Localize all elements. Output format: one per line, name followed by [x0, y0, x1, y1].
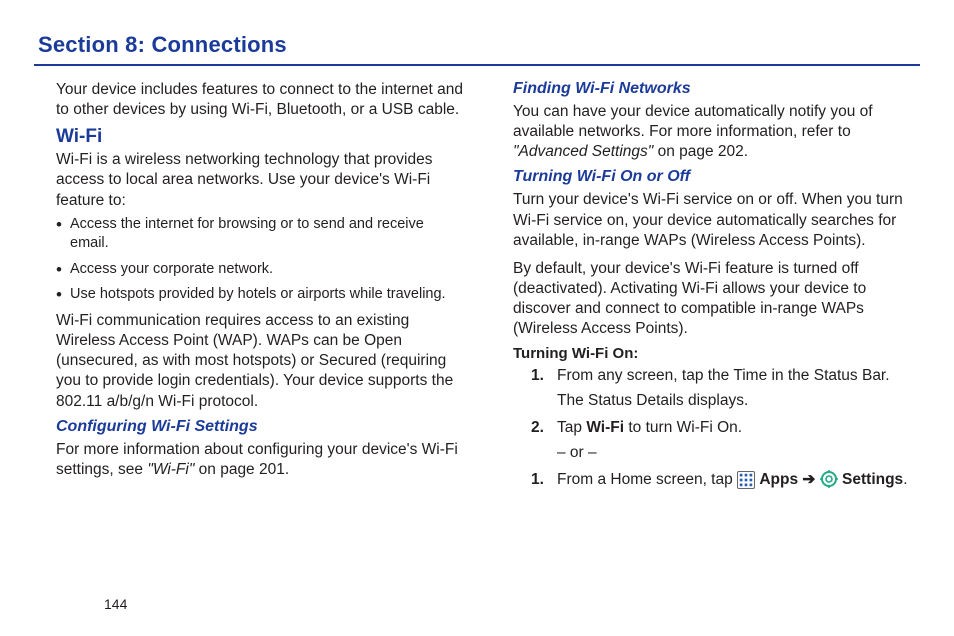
- step-item: 1. From a Home screen, tap Apps ➔: [531, 470, 920, 491]
- left-column: Your device includes features to connect…: [34, 80, 463, 497]
- cross-reference: "Advanced Settings": [513, 143, 653, 160]
- page-number: 144: [104, 596, 127, 612]
- bold-label: Wi-Fi: [586, 419, 624, 436]
- text-run: on page 202.: [653, 143, 748, 160]
- text-run: From a Home screen, tap: [557, 471, 737, 488]
- arrow-icon: ➔: [798, 471, 820, 488]
- turning-p1: Turn your device's Wi-Fi service on or o…: [513, 190, 920, 250]
- settings-icon: [820, 470, 838, 488]
- configuring-heading: Configuring Wi-Fi Settings: [56, 418, 463, 436]
- turning-heading: Turning Wi-Fi On or Off: [513, 168, 920, 186]
- two-column-layout: Your device includes features to connect…: [34, 80, 920, 497]
- settings-label: Settings: [842, 471, 903, 488]
- turning-on-subheading: Turning Wi-Fi On:: [513, 345, 920, 362]
- configuring-paragraph: For more information about configuring y…: [56, 440, 463, 480]
- finding-paragraph: You can have your device automatically n…: [513, 102, 920, 162]
- text-run: Tap: [557, 419, 586, 436]
- step-subtext: The Status Details displays.: [557, 391, 920, 412]
- apps-icon: [737, 471, 755, 489]
- steps-list-2: 1. From a Home screen, tap Apps ➔: [531, 470, 920, 491]
- step-number: 1.: [531, 470, 544, 491]
- finding-heading: Finding Wi-Fi Networks: [513, 80, 920, 98]
- step-number: 1.: [531, 366, 544, 387]
- bullet-item: Access the internet for browsing or to s…: [56, 215, 463, 254]
- intro-paragraph: Your device includes features to connect…: [56, 80, 463, 120]
- right-column: Finding Wi-Fi Networks You can have your…: [491, 80, 920, 497]
- step-item: 2. Tap Wi-Fi to turn Wi-Fi On. – or –: [531, 418, 920, 464]
- section-title: Section 8: Connections: [38, 32, 920, 58]
- wifi-heading: Wi-Fi: [56, 126, 463, 148]
- wifi-bullet-list: Access the internet for browsing or to s…: [56, 215, 463, 305]
- text-run: on page 201.: [194, 461, 289, 478]
- turning-p2: By default, your device's Wi-Fi feature …: [513, 259, 920, 340]
- step-number: 2.: [531, 418, 544, 439]
- bullet-item: Access your corporate network.: [56, 260, 463, 280]
- apps-label: Apps: [759, 471, 798, 488]
- text-run: You can have your device automatically n…: [513, 103, 873, 140]
- or-separator: – or –: [557, 443, 920, 464]
- step-item: 1. From any screen, tap the Time in the …: [531, 366, 920, 412]
- title-rule: [34, 64, 920, 66]
- text-run: to turn Wi-Fi On.: [624, 419, 742, 436]
- wifi-desc: Wi-Fi is a wireless networking technolog…: [56, 150, 463, 210]
- wifi-wap-paragraph: Wi-Fi communication requires access to a…: [56, 311, 463, 412]
- step-text: From any screen, tap the Time in the Sta…: [557, 367, 890, 384]
- cross-reference: "Wi-Fi": [147, 461, 194, 478]
- text-run: .: [903, 471, 907, 488]
- steps-list-1: 1. From any screen, tap the Time in the …: [531, 366, 920, 464]
- bullet-item: Use hotspots provided by hotels or airpo…: [56, 285, 463, 305]
